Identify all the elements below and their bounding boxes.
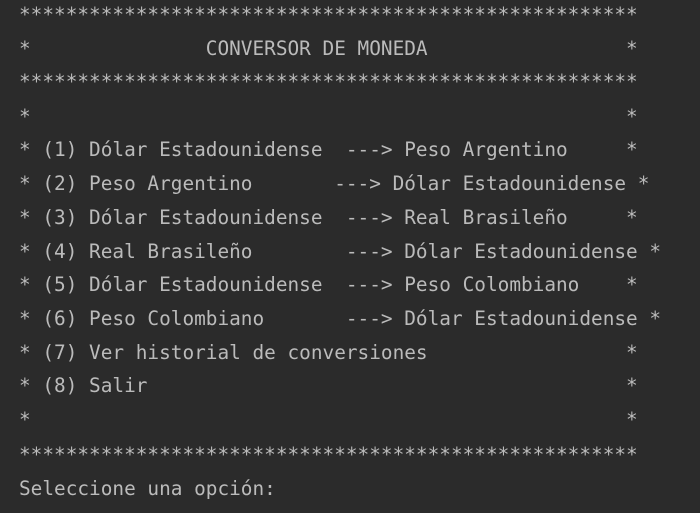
menu-option-2: * (2) Peso Argentino ---> Dólar Estadoun…: [19, 172, 650, 195]
menu-option-4: * (4) Real Brasileño ---> Dólar Estadoun…: [19, 240, 662, 263]
menu-option-6: * (6) Peso Colombiano ---> Dólar Estadou…: [19, 307, 662, 330]
menu-option-3: * (3) Dólar Estadounidense ---> Real Bra…: [19, 206, 638, 229]
menu-title: * CONVERSOR DE MONEDA *: [19, 37, 638, 60]
menu-option-1: * (1) Dólar Estadounidense ---> Peso Arg…: [19, 138, 638, 161]
console-output: ****************************************…: [0, 0, 700, 513]
border-bottom: ****************************************…: [19, 443, 638, 466]
border-title-bottom: ****************************************…: [19, 70, 638, 93]
border-blank-top: * *: [19, 105, 638, 128]
border-blank-bottom: * *: [19, 408, 638, 431]
menu-option-8: * (8) Salir *: [19, 374, 638, 397]
border-top: ****************************************…: [19, 3, 638, 26]
input-prompt[interactable]: Seleccione una opción:: [19, 476, 288, 502]
menu-option-5: * (5) Dólar Estadounidense ---> Peso Col…: [19, 273, 638, 296]
menu-option-7: * (7) Ver historial de conversiones *: [19, 341, 638, 364]
